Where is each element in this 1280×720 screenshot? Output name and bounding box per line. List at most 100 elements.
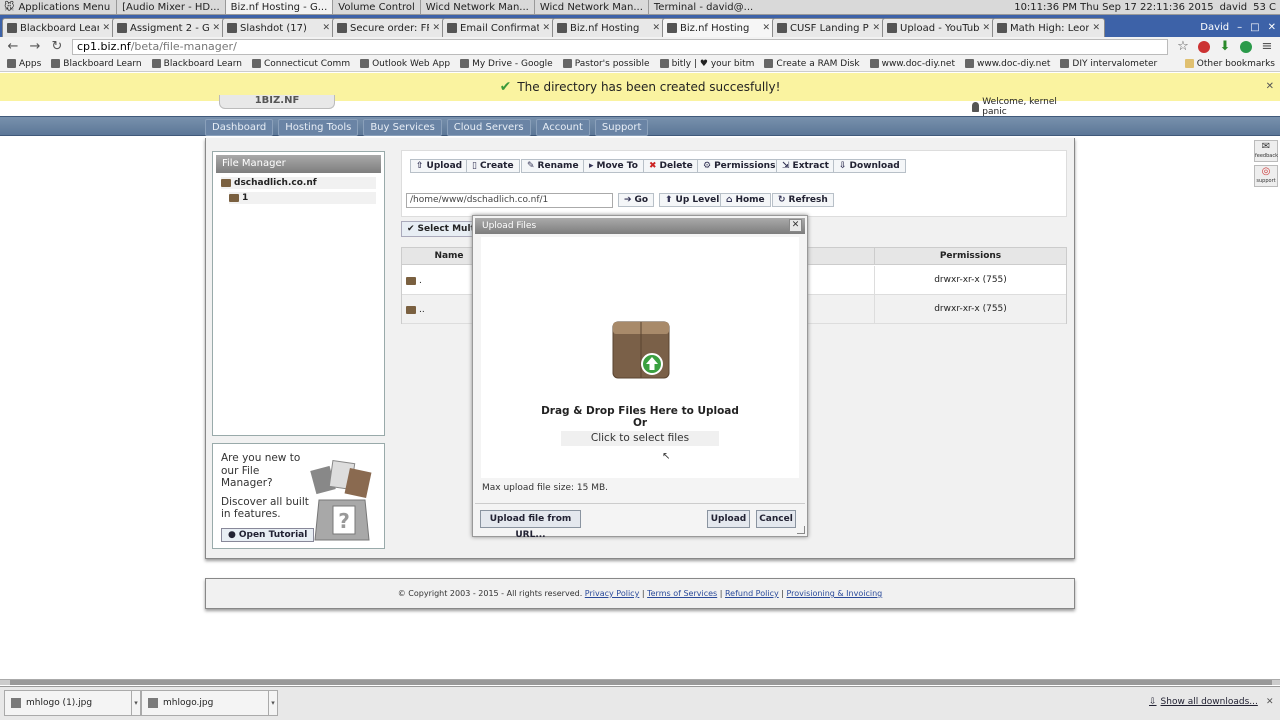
task-volume-control[interactable]: Volume Control	[332, 0, 420, 14]
browser-tab-active[interactable]: Biz.nf Hosting ✕	[662, 18, 775, 37]
address-bar[interactable]: cp1.biz.nf/beta/file-manager/	[72, 38, 1168, 55]
download-arrow-icon[interactable]: ⬇	[1218, 39, 1232, 54]
close-tab-icon[interactable]: ✕	[542, 23, 550, 33]
horizontal-scrollbar[interactable]	[0, 679, 1280, 685]
close-notification-icon[interactable]: ✕	[1266, 81, 1274, 92]
task-audio-mixer[interactable]: [Audio Mixer - HD...	[116, 0, 225, 14]
bookmark-item[interactable]: Pastor's possible	[558, 59, 655, 69]
bookmark-item[interactable]: Outlook Web App	[355, 59, 455, 69]
close-window-icon[interactable]: ✕	[1268, 22, 1276, 33]
open-tutorial-button[interactable]: ● Open Tutorial	[221, 528, 315, 542]
task-terminal[interactable]: Terminal - david@...	[647, 0, 758, 14]
upload-submit-button[interactable]: Upload	[707, 510, 750, 528]
bookmark-item[interactable]: DIY intervalometer	[1055, 59, 1162, 69]
resize-handle[interactable]	[797, 526, 805, 534]
chevron-down-icon[interactable]: ▾	[131, 691, 140, 715]
bookmark-item[interactable]: Connecticut Comm	[247, 59, 355, 69]
select-files-button[interactable]: Click to select files	[561, 431, 719, 446]
back-icon[interactable]: ←	[6, 39, 20, 54]
browser-tab[interactable]: CUSF Landing Pre✕	[772, 18, 885, 37]
nav-hosting-tools[interactable]: Hosting Tools	[278, 119, 359, 136]
home-button[interactable]: ⌂ Home	[720, 193, 771, 207]
column-header-permissions[interactable]: Permissions	[874, 248, 1066, 265]
create-button[interactable]: ▯ Create	[466, 159, 520, 173]
bookmark-item[interactable]: Blackboard Learn	[46, 59, 146, 69]
download-item[interactable]: mhlogo.jpg ▾	[141, 690, 278, 716]
nav-buy-services[interactable]: Buy Services	[363, 119, 442, 136]
applications-menu[interactable]: 🐭 Applications Menu	[0, 2, 116, 13]
close-tab-icon[interactable]: ✕	[872, 23, 880, 33]
scrollbar-thumb[interactable]	[10, 680, 1272, 685]
task-bizhosting[interactable]: Biz.nf Hosting - G...	[224, 0, 333, 14]
close-shelf-icon[interactable]: ✕	[1266, 697, 1274, 707]
upload-from-url-button[interactable]: Upload file from URL...	[480, 510, 581, 540]
forward-icon[interactable]: →	[28, 39, 42, 54]
delete-button[interactable]: ✖ Delete	[643, 159, 699, 173]
reload-icon[interactable]: ↻	[50, 39, 64, 54]
drop-zone[interactable]: Drag & Drop Files Here to Upload Or Clic…	[481, 237, 799, 478]
tree-item-root[interactable]: dschadlich.co.nf	[221, 177, 376, 189]
move-to-button[interactable]: ▸ Move To	[583, 159, 644, 173]
browser-tab[interactable]: Biz.nf Hosting ✕	[552, 18, 665, 37]
support-tab[interactable]: ◎ support	[1254, 165, 1278, 187]
bookmark-item[interactable]: Blackboard Learn	[147, 59, 247, 69]
bookmark-item[interactable]: bitly | ♥ your bitm	[655, 59, 760, 69]
chevron-down-icon[interactable]: ▾	[268, 691, 277, 715]
terms-link[interactable]: Terms of Services	[647, 589, 717, 598]
close-icon[interactable]: ✕	[789, 219, 802, 232]
provisioning-link[interactable]: Provisioning & Invoicing	[786, 589, 882, 598]
adblock-icon[interactable]	[1198, 40, 1210, 53]
browser-tab[interactable]: Blackboard Learn ✕	[2, 18, 115, 37]
up-level-button[interactable]: ⬆ Up Level	[659, 193, 726, 207]
nav-dashboard[interactable]: Dashboard	[205, 119, 274, 136]
dialog-titlebar[interactable]: Upload Files ✕	[475, 218, 805, 234]
nav-cloud-servers[interactable]: Cloud Servers	[446, 119, 531, 136]
browser-tab[interactable]: Upload - YouTube ✕	[882, 18, 995, 37]
menu-icon[interactable]: ≡	[1260, 39, 1274, 54]
path-input[interactable]: /home/www/dschadlich.co.nf/1	[406, 193, 613, 208]
browser-tab[interactable]: Email Confirmation✕	[442, 18, 555, 37]
close-tab-icon[interactable]: ✕	[322, 23, 330, 33]
close-tab-icon[interactable]: ✕	[1092, 23, 1100, 33]
permissions-button[interactable]: ⚙ Permissions	[697, 159, 782, 173]
select-multiple-button[interactable]: ✔ Select Multiple	[401, 221, 473, 237]
close-tab-icon[interactable]: ✕	[432, 23, 440, 33]
task-wicd-2[interactable]: Wicd Network Man...	[533, 0, 648, 14]
feedback-tab[interactable]: ✉ feedback	[1254, 140, 1278, 162]
close-tab-icon[interactable]: ✕	[982, 23, 990, 33]
privacy-policy-link[interactable]: Privacy Policy	[585, 589, 640, 598]
close-tab-icon[interactable]: ✕	[102, 23, 110, 33]
minimize-icon[interactable]: –	[1237, 22, 1242, 33]
close-tab-icon[interactable]: ✕	[212, 23, 220, 33]
browser-profile[interactable]: David	[1200, 22, 1229, 33]
show-all-downloads-link[interactable]: ⇩ Show all downloads...	[1149, 697, 1258, 707]
extension-icon[interactable]	[1240, 40, 1252, 53]
extract-button[interactable]: ⇲ Extract	[776, 159, 835, 173]
bookmark-item[interactable]: www.doc-diy.net	[865, 59, 960, 69]
refund-policy-link[interactable]: Refund Policy	[725, 589, 779, 598]
browser-tab[interactable]: Assigment 2 - Goc✕	[112, 18, 225, 37]
upload-button[interactable]: ⇧ Upload	[410, 159, 469, 173]
task-wicd-1[interactable]: Wicd Network Man...	[419, 0, 534, 14]
bookmark-item[interactable]: Create a RAM Disk	[759, 59, 864, 69]
close-tab-icon[interactable]: ✕	[762, 23, 770, 33]
go-button[interactable]: ➔ Go	[618, 193, 655, 207]
close-tab-icon[interactable]: ✕	[652, 23, 660, 33]
other-bookmarks[interactable]: Other bookmarks	[1180, 59, 1280, 69]
tree-item-folder-1[interactable]: 1	[229, 192, 376, 204]
browser-tab[interactable]: Secure order: FREE✕	[332, 18, 445, 37]
browser-tab[interactable]: Math High: Leonha✕	[992, 18, 1105, 37]
cancel-button[interactable]: Cancel	[756, 510, 796, 528]
site-logo[interactable]: 1BIZ.NF	[219, 95, 335, 109]
download-item[interactable]: mhlogo (1).jpg ▾	[4, 690, 141, 716]
bookmark-item[interactable]: My Drive - Google	[455, 59, 558, 69]
nav-support[interactable]: Support	[594, 119, 649, 136]
browser-tab[interactable]: Slashdot (17) ✕	[222, 18, 335, 37]
welcome-user[interactable]: Welcome, kernel panic	[972, 97, 1075, 117]
download-button[interactable]: ⇩ Download	[833, 159, 906, 173]
bookmark-apps[interactable]: Apps	[2, 59, 46, 69]
refresh-button[interactable]: ↻ Refresh	[772, 193, 834, 207]
bookmark-item[interactable]: www.doc-diy.net	[960, 59, 1055, 69]
bookmark-star-icon[interactable]: ☆	[1176, 39, 1190, 54]
rename-button[interactable]: ✎ Rename	[521, 159, 585, 173]
